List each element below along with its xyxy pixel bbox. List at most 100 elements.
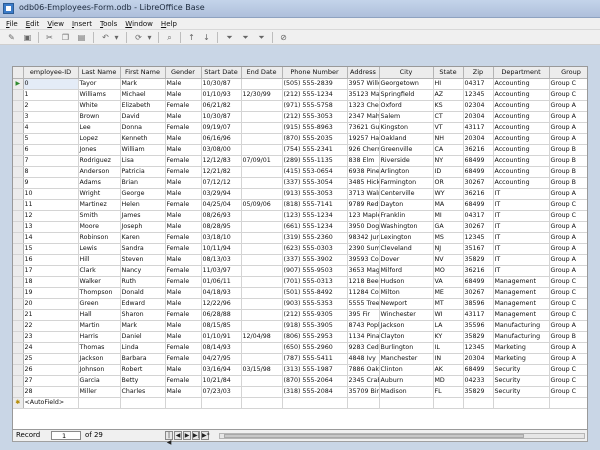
table-cell[interactable]: Group C (549, 78, 587, 90)
table-cell[interactable]: Harris (78, 331, 121, 343)
table-cell[interactable]: ID (433, 166, 464, 178)
table-cell[interactable]: Lisa (120, 155, 166, 167)
table-cell[interactable]: Barbara (120, 353, 166, 365)
column-header[interactable]: Last Name (78, 67, 121, 79)
table-cell[interactable]: Clayton (379, 331, 434, 343)
table-cell[interactable]: 35596 (463, 320, 494, 332)
table-cell[interactable]: (818) 555-7141 (282, 199, 348, 211)
table-cell[interactable]: Joseph (120, 221, 166, 233)
table-cell[interactable] (241, 210, 283, 222)
table-cell[interactable]: 68499 (463, 155, 494, 167)
table-row[interactable]: 6 Jones William Male 03/08/00 (754) 555-2341 9… (13, 144, 587, 156)
table-cell[interactable]: (661) 555-1234 (282, 221, 348, 233)
menu-window[interactable]: Window (122, 18, 158, 29)
table-cell[interactable]: Williams (78, 89, 121, 101)
table-cell[interactable]: IT (493, 254, 550, 266)
table-cell[interactable]: (501) 555-8492 (282, 287, 348, 299)
table-cell[interactable]: IL (433, 342, 464, 354)
table-cell[interactable]: Male (165, 210, 202, 222)
table-cell[interactable]: 20304 (463, 353, 494, 365)
table-row[interactable]: 16 Hill Steven Male 08/13/03 (337) 555-3902 39… (13, 254, 587, 266)
table-cell[interactable]: NV (433, 254, 464, 266)
table-cell[interactable]: Rodriguez (78, 155, 121, 167)
table-cell[interactable] (241, 232, 283, 244)
table-cell[interactable]: 04/25/04 (201, 199, 242, 211)
table-cell[interactable]: MD (433, 375, 464, 387)
table-row[interactable]: 23 Harris Daniel Male 01/10/91 12/04/98 (806) … (13, 331, 587, 343)
row-header[interactable] (13, 298, 24, 310)
table-cell[interactable]: Group C (549, 199, 587, 211)
table-cell[interactable]: 3 (23, 111, 79, 123)
table-cell[interactable]: Hill (78, 254, 121, 266)
table-cell[interactable]: Male (165, 133, 202, 145)
table-cell[interactable]: Wright (78, 188, 121, 200)
table-cell[interactable] (379, 397, 434, 409)
table-cell[interactable] (241, 177, 283, 189)
table-cell[interactable]: Miller (78, 386, 121, 398)
table-cell[interactable]: Group C (549, 210, 587, 222)
table-cell[interactable]: Thomas (78, 342, 121, 354)
table-cell[interactable]: Centerville (379, 188, 434, 200)
table-cell[interactable]: 12/21/82 (201, 166, 242, 178)
table-cell[interactable]: 04233 (463, 375, 494, 387)
table-cell[interactable]: 18 (23, 276, 79, 288)
sort-ascending-icon[interactable]: ↑ (186, 32, 197, 43)
table-cell[interactable]: 08/13/03 (201, 254, 242, 266)
table-cell[interactable] (241, 111, 283, 123)
table-cell[interactable]: Burlington (379, 342, 434, 354)
table-cell[interactable]: 11/03/97 (201, 265, 242, 277)
table-cell[interactable]: 12345 (463, 89, 494, 101)
table-cell[interactable]: 35829 (463, 331, 494, 343)
table-cell[interactable]: Linda (120, 342, 166, 354)
table-cell[interactable] (241, 353, 283, 365)
table-cell[interactable]: Group B (549, 166, 587, 178)
row-header[interactable] (13, 221, 24, 233)
table-cell[interactable]: MT (433, 298, 464, 310)
table-cell[interactable]: 13 (23, 221, 79, 233)
table-cell[interactable]: 20 (23, 298, 79, 310)
table-cell[interactable]: Smith (78, 210, 121, 222)
table-row[interactable]: 10 Wright George Male 03/29/94 (913) 555-3053… (13, 188, 587, 200)
table-cell[interactable]: (289) 555-1135 (282, 155, 348, 167)
table-cell[interactable]: 3653 Magno (347, 265, 380, 277)
table-cell[interactable] (201, 397, 242, 409)
table-cell[interactable]: (415) 553-0654 (282, 166, 348, 178)
row-header[interactable] (13, 254, 24, 266)
table-cell[interactable]: Group A (549, 100, 587, 112)
table-cell[interactable] (241, 265, 283, 277)
undo-icon[interactable]: ↶ (100, 32, 111, 43)
column-header[interactable]: Department (493, 67, 550, 79)
table-cell[interactable]: Clinton (379, 364, 434, 376)
table-cell[interactable]: 10/30/87 (201, 111, 242, 123)
table-cell[interactable]: Salem (379, 111, 434, 123)
table-cell[interactable]: 14 (23, 232, 79, 244)
table-cell[interactable]: Male (165, 364, 202, 376)
table-cell[interactable]: 43117 (463, 309, 494, 321)
table-row[interactable]: 17 Clark Nancy Female 11/03/97 (907) 555-9503… (13, 265, 587, 277)
table-cell[interactable]: James (120, 210, 166, 222)
column-header[interactable]: End Date (241, 67, 283, 79)
table-cell[interactable]: Male (165, 111, 202, 123)
table-cell[interactable]: 8743 Poplar (347, 320, 380, 332)
table-cell[interactable]: 22 (23, 320, 79, 332)
table-cell[interactable]: (319) 555-2360 (282, 232, 348, 244)
record-number-input[interactable]: 1 (51, 431, 81, 440)
table-cell[interactable]: Accounting (493, 133, 550, 145)
table-cell[interactable]: Female (165, 276, 202, 288)
row-header[interactable] (13, 320, 24, 332)
row-header[interactable] (13, 144, 24, 156)
table-cell[interactable]: 12345 (463, 342, 494, 354)
table-cell[interactable]: 03/15/98 (241, 364, 283, 376)
table-cell[interactable] (463, 397, 494, 409)
menu-view[interactable]: View (44, 18, 69, 29)
table-cell[interactable] (282, 397, 348, 409)
table-cell[interactable]: 06/21/82 (201, 100, 242, 112)
table-cell[interactable]: Female (165, 232, 202, 244)
row-header[interactable] (13, 287, 24, 299)
table-row[interactable]: 2 White Elizabeth Female 06/21/82 (971) 555-5… (13, 100, 587, 112)
table-cell[interactable]: Female (165, 342, 202, 354)
table-cell[interactable]: Brown (78, 111, 121, 123)
table-cell[interactable]: Male (165, 221, 202, 233)
table-cell[interactable]: Patricia (120, 166, 166, 178)
table-cell[interactable]: VA (433, 276, 464, 288)
